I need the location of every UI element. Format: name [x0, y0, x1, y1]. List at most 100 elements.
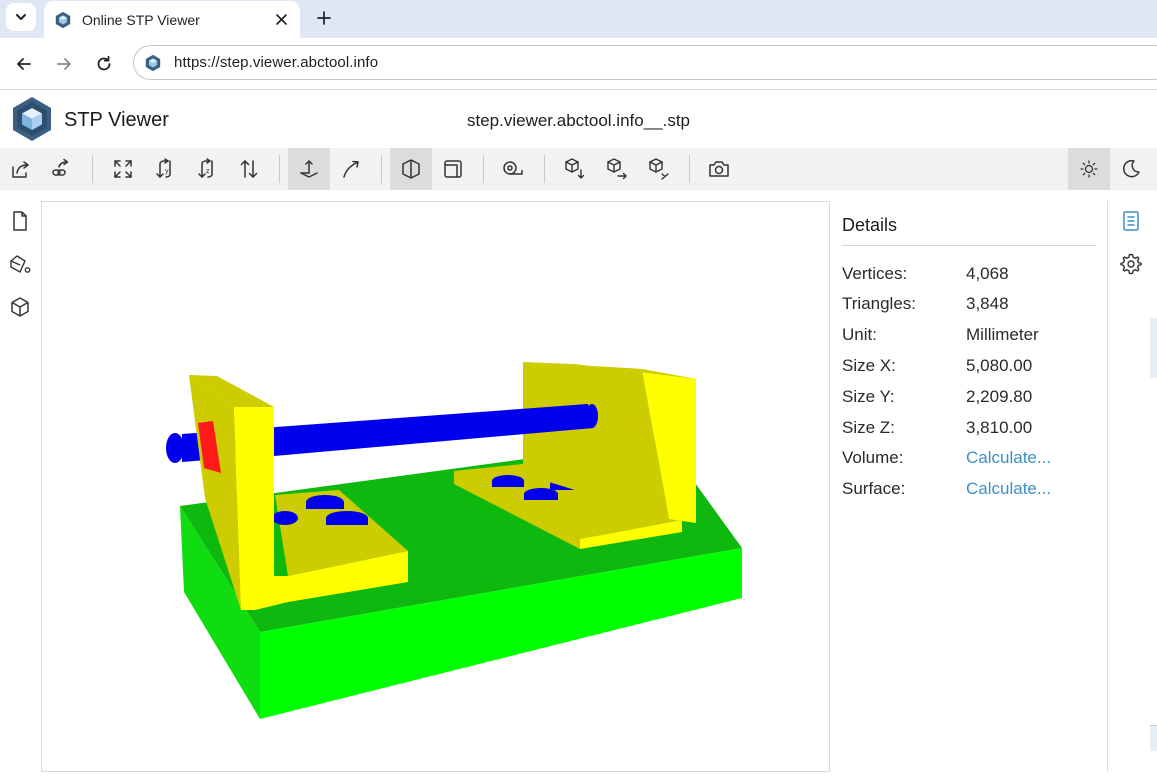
light-mode-button[interactable] — [1068, 148, 1110, 190]
open-url-button[interactable] — [40, 148, 82, 190]
detail-row-unit: Unit: Millimeter — [842, 325, 1096, 349]
detail-row-triangles: Triangles: 3,848 — [842, 294, 1096, 318]
arrow-right-icon — [57, 58, 71, 70]
details-panel: Details Vertices: 4,068 Triangles: 3,848… — [842, 201, 1096, 771]
snapshot-icon — [709, 161, 729, 177]
tab-title: Online STP Viewer — [82, 11, 200, 28]
flip-up-icon: y — [156, 158, 171, 178]
bolt-left-2-side — [326, 518, 368, 525]
tab-search-button[interactable] — [6, 3, 36, 31]
detail-label: Size X: — [842, 356, 896, 375]
browser-tab-strip: Online STP Viewer — [0, 0, 1157, 38]
perspective-camera-icon — [402, 159, 420, 179]
details-tab-button[interactable] — [1118, 208, 1144, 234]
detail-label: Size Y: — [842, 387, 895, 406]
detail-label: Unit: — [842, 325, 877, 344]
calculate-volume-link[interactable]: Calculate... — [966, 448, 1051, 468]
detail-row-size-z: Size Z: 3,810.00 — [842, 418, 1096, 442]
svg-text:z: z — [206, 168, 210, 175]
svg-text:y: y — [165, 168, 169, 175]
site-info-icon[interactable] — [144, 54, 162, 72]
view-isometric-button[interactable] — [637, 148, 679, 190]
reload-icon — [97, 55, 111, 71]
orthographic-camera-button[interactable] — [432, 148, 474, 190]
meshes-button[interactable] — [7, 294, 33, 320]
perspective-camera-button[interactable] — [390, 148, 432, 190]
back-button[interactable] — [10, 50, 38, 78]
details-icon — [1123, 211, 1139, 231]
open-url-icon — [52, 158, 69, 176]
detail-value: 3,848 — [966, 294, 1009, 313]
view-isometric-icon — [649, 158, 669, 180]
browser-tab-active[interactable]: Online STP Viewer — [44, 1, 300, 38]
view-bottom-button[interactable] — [553, 148, 595, 190]
detail-value: Millimeter — [966, 325, 1039, 344]
dark-mode-icon — [1123, 159, 1140, 178]
detail-value: 3,810.00 — [966, 418, 1033, 437]
forward-button[interactable] — [50, 50, 78, 78]
detail-value: 4,068 — [966, 264, 1009, 283]
fixed-up-vector-icon — [300, 160, 318, 178]
rotate-button[interactable]: z — [186, 148, 228, 190]
detail-row-surface: Surface: Calculate... — [842, 479, 1096, 503]
rod-end-left — [166, 433, 184, 463]
fit-view-button[interactable] — [102, 148, 144, 190]
detail-value: 5,080.00 — [966, 356, 1033, 375]
left-bracket-wall-face — [234, 407, 274, 610]
3d-viewport[interactable] — [41, 201, 830, 772]
flip-up-button[interactable]: y — [144, 148, 186, 190]
toolbar: y z — [0, 148, 1157, 190]
tab-close-button[interactable] — [270, 9, 292, 31]
materials-icon — [10, 255, 31, 273]
detail-value: 2,209.80 — [966, 387, 1033, 406]
calculate-surface-link[interactable]: Calculate... — [966, 479, 1051, 499]
detail-label: Volume: — [842, 448, 904, 467]
details-divider — [842, 245, 1096, 246]
open-file-icon — [12, 161, 29, 178]
bolt-right-1-side — [492, 481, 524, 487]
open-file-button[interactable] — [0, 148, 42, 190]
details-title: Details — [842, 215, 898, 235]
chevron-down-icon — [16, 14, 26, 20]
detail-label: Vertices: — [842, 264, 908, 283]
meshes-icon — [11, 297, 29, 317]
arrow-left-icon — [17, 58, 31, 70]
model-render[interactable] — [42, 202, 830, 772]
address-bar[interactable]: https://step.viewer.abctool.info — [133, 45, 1157, 80]
snapshot-button[interactable] — [698, 148, 740, 190]
up-down-button[interactable] — [228, 148, 270, 190]
measure-button[interactable] — [492, 148, 534, 190]
light-mode-icon — [1080, 160, 1098, 178]
dark-mode-button[interactable] — [1110, 148, 1152, 190]
free-orbit-button[interactable] — [330, 148, 372, 190]
bolt-right-3-side — [524, 494, 558, 500]
materials-button[interactable] — [7, 251, 33, 277]
new-tab-button[interactable] — [310, 4, 338, 32]
settings-icon — [1120, 253, 1142, 275]
bolt-left-3 — [272, 511, 298, 525]
detail-row-volume: Volume: Calculate... — [842, 448, 1096, 472]
scroll-edge — [1150, 318, 1157, 378]
plus-icon — [317, 11, 331, 25]
settings-tab-button[interactable] — [1118, 251, 1144, 277]
right-sidebar — [1108, 190, 1157, 778]
files-icon — [13, 211, 27, 231]
view-side-button[interactable] — [595, 148, 637, 190]
fixed-up-vector-button[interactable] — [288, 148, 330, 190]
address-url[interactable]: https://step.viewer.abctool.info — [174, 54, 378, 71]
reload-button[interactable] — [90, 50, 118, 78]
detail-row-size-x: Size X: 5,080.00 — [842, 356, 1096, 380]
app-header: STP Viewer step.viewer.abctool.info__.st… — [0, 90, 1157, 148]
detail-label: Triangles: — [842, 294, 917, 313]
view-bottom-icon — [565, 158, 585, 179]
scroll-edge-bottom — [1150, 725, 1157, 751]
free-orbit-icon — [343, 160, 359, 178]
left-sidebar — [0, 190, 40, 778]
orthographic-camera-icon — [444, 160, 462, 178]
files-button[interactable] — [7, 208, 33, 234]
detail-row-size-y: Size Y: 2,209.80 — [842, 387, 1096, 411]
detail-label: Size Z: — [842, 418, 895, 437]
up-down-icon — [240, 160, 258, 178]
detail-row-vertices: Vertices: 4,068 — [842, 264, 1096, 288]
view-side-icon — [607, 158, 627, 180]
